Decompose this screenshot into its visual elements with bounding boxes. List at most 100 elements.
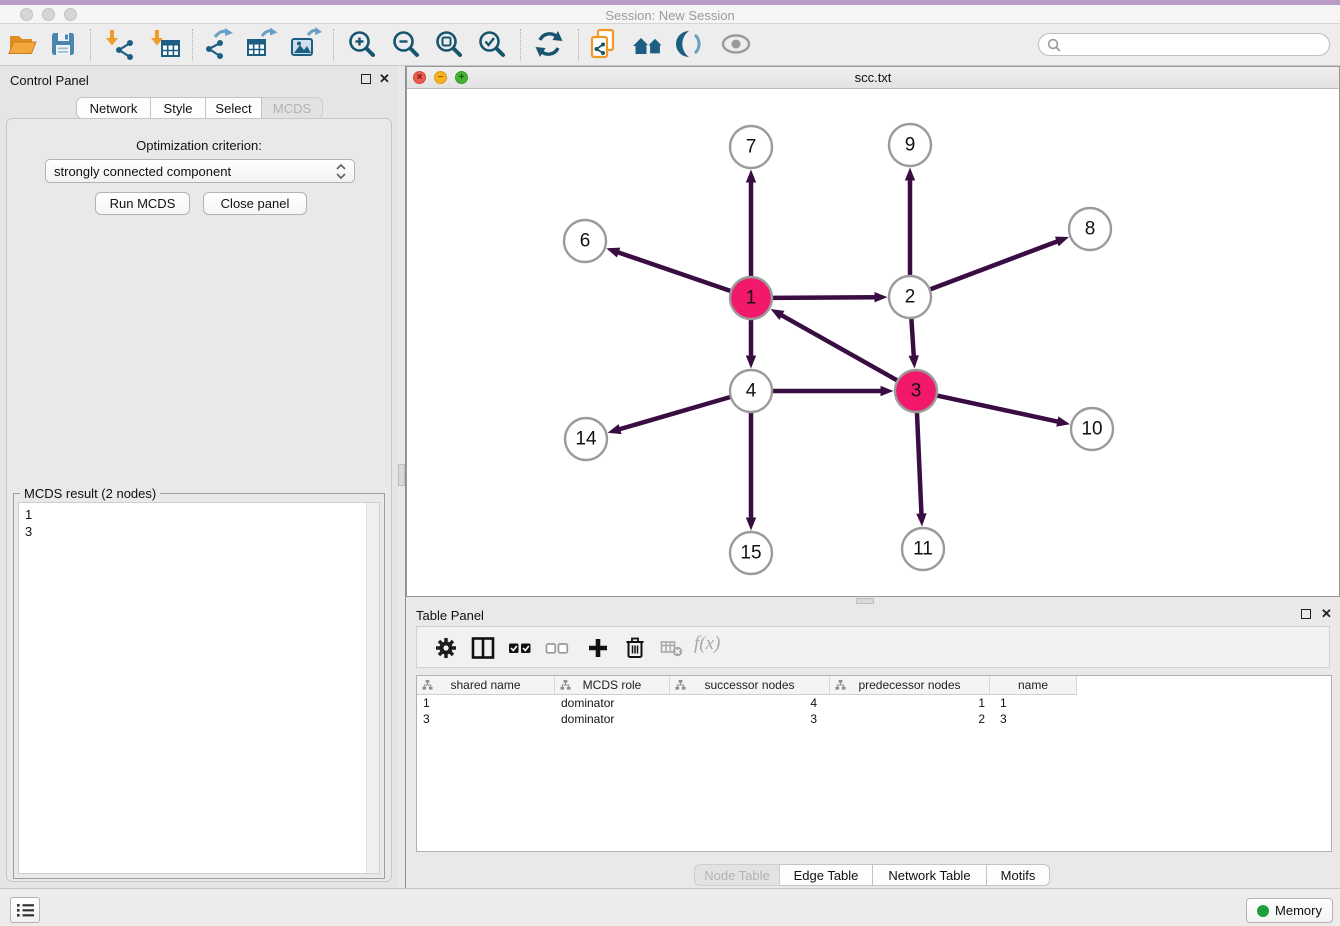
table-row[interactable]: 1dominator411 [417,695,1331,711]
hide-selected-icon[interactable] [674,27,708,61]
open-file-icon[interactable] [5,27,39,61]
tree-hierarchy-icon [675,679,686,694]
tab-network-table[interactable]: Network Table [873,864,987,886]
settings-gear-icon[interactable] [434,636,458,660]
tab-mcds[interactable]: MCDS [262,97,323,119]
graph-edge-2-3[interactable] [911,318,913,357]
tree-hierarchy-icon [835,679,846,694]
run-mcds-button[interactable]: Run MCDS [95,192,190,215]
graph-edge-3-11[interactable] [917,412,922,515]
tab-motifs[interactable]: Motifs [987,864,1050,886]
table-cell: dominator [555,695,670,711]
mcds-result-textarea[interactable]: 1 3 [18,502,380,874]
graph-node-label: 6 [580,231,591,252]
task-history-button[interactable] [10,897,40,923]
import-table-icon[interactable] [148,27,182,61]
float-panel-icon[interactable] [361,74,371,84]
graph-edge-arrowhead [1055,237,1069,247]
import-network-icon[interactable] [101,27,135,61]
save-session-icon[interactable] [46,27,80,61]
column-header-shared-name[interactable]: shared name [417,676,555,695]
show-all-icon[interactable] [719,27,753,61]
graph-edge-1-6[interactable] [617,252,731,291]
graph-edge-2-8[interactable] [930,241,1059,290]
graph-edge-1-2[interactable] [772,297,876,298]
mcds-result-values: 1 3 [25,506,32,540]
result-scrollbar[interactable] [366,503,379,873]
close-table-panel-icon[interactable]: ✕ [1321,609,1332,619]
network-window-titlebar[interactable]: × − + scc.txt [407,67,1339,89]
table-cell: 3 [417,711,555,727]
dropdown-chevrons-icon [336,163,346,180]
column-header-MCDS-role[interactable]: MCDS role [555,676,670,695]
graph-edge-arrowhead [909,355,919,368]
table-cell: 3 [670,711,830,727]
graph-edge-4-14[interactable] [618,397,730,430]
refresh-layout-icon[interactable] [532,27,566,61]
zoom-selected-icon[interactable] [475,27,509,61]
table-panel: Table Panel ✕ f(x) [406,605,1340,888]
vertical-splitter[interactable] [398,66,406,888]
graph-edge-arrowhead [1056,416,1070,426]
export-table-icon[interactable] [244,27,278,61]
tree-hierarchy-icon [560,679,571,694]
table-row[interactable]: 3dominator323 [417,711,1331,727]
criterion-dropdown[interactable]: strongly connected component [45,159,355,183]
table-cell: 4 [670,695,830,711]
search-icon [1047,38,1061,52]
toolbar-divider [192,29,193,61]
column-header-name[interactable]: name [990,676,1077,695]
graph-node-label: 7 [746,137,757,158]
close-panel-button[interactable]: Close panel [203,192,307,215]
control-panel: Control Panel ✕ NetworkStyleSelectMCDS O… [0,66,398,888]
application-window: Session: New Session [0,0,1340,926]
tab-style[interactable]: Style [151,97,206,119]
graph-edge-3-10[interactable] [937,396,1059,422]
zoom-out-icon[interactable] [389,27,423,61]
unselect-all-icon[interactable] [545,636,569,660]
close-panel-icon[interactable]: ✕ [379,74,390,84]
first-neighbors-icon[interactable] [631,27,665,61]
function-builder-icon[interactable]: f(x) [694,633,720,655]
column-header-predecessor-nodes[interactable]: predecessor nodes [830,676,990,695]
toolbar-divider [333,29,334,61]
table-cell: 3 [990,711,1077,727]
tab-select[interactable]: Select [206,97,262,119]
delete-table-icon[interactable] [660,636,684,660]
control-panel-title: Control Panel [10,73,89,88]
network-view-window: × − + scc.txt 1234678910111415 [406,66,1340,597]
table-cell: 2 [830,711,990,727]
vertical-splitter-handle[interactable] [398,464,405,486]
select-all-icon[interactable] [508,636,532,660]
split-columns-icon[interactable] [471,636,495,660]
table-header-row: shared nameMCDS rolesuccessor nodesprede… [417,676,1331,695]
graph-node-label: 4 [746,381,757,402]
network-canvas[interactable]: 1234678910111415 [407,89,1339,596]
clone-network-icon[interactable] [587,27,621,61]
search-input[interactable] [1066,37,1321,52]
zoom-fit-icon[interactable] [432,27,466,61]
control-panel-tabs: NetworkStyleSelectMCDS [76,97,323,119]
horizontal-splitter[interactable] [406,597,1340,605]
graph-edge-arrowhead [905,168,915,181]
delete-column-icon[interactable] [623,636,647,660]
tab-edge-table[interactable]: Edge Table [780,864,873,886]
column-header-successor-nodes[interactable]: successor nodes [670,676,830,695]
horizontal-splitter-handle[interactable] [856,598,874,604]
toolbar-divider [520,29,521,61]
network-graph: 1234678910111415 [407,89,1339,596]
float-table-panel-icon[interactable] [1301,609,1311,619]
table-cell: dominator [555,711,670,727]
export-image-icon[interactable] [288,27,322,61]
tab-network[interactable]: Network [76,97,151,119]
export-network-icon[interactable] [201,27,235,61]
status-bar: Memory [0,888,1340,926]
add-column-icon[interactable] [586,636,610,660]
tab-node-table[interactable]: Node Table [694,864,780,886]
zoom-in-icon[interactable] [345,27,379,61]
graph-edge-3-1[interactable] [780,314,897,380]
search-field[interactable] [1038,33,1330,56]
mcds-tab-panel: Optimization criterion: strongly connect… [6,118,392,882]
graph-edge-arrowhead [608,424,622,434]
memory-button[interactable]: Memory [1246,898,1333,923]
